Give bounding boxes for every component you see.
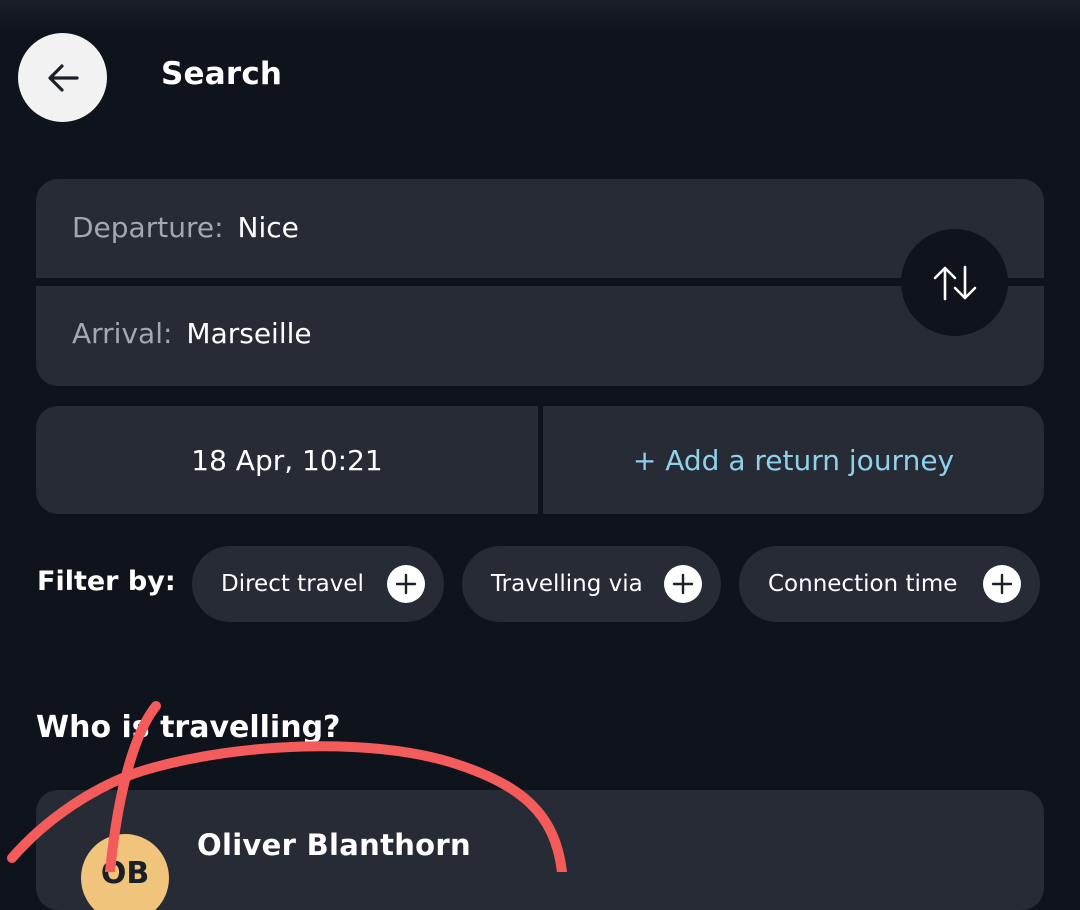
- section-title-who-travelling: Who is travelling?: [36, 710, 341, 745]
- departure-label: Departure:: [72, 211, 224, 244]
- filter-chip-label: Travelling via: [491, 571, 643, 597]
- arrow-left-icon: [47, 63, 79, 92]
- back-button[interactable]: [18, 33, 107, 122]
- filter-chip-label: Connection time: [768, 571, 958, 597]
- plus-icon: [664, 565, 702, 603]
- passenger-name: Oliver Blanthorn: [197, 828, 471, 862]
- route-card: Departure: Nice Arrival: Marseille: [36, 179, 1044, 386]
- add-return-journey-button[interactable]: + Add a return journey: [543, 406, 1044, 514]
- filter-chip-connection-time[interactable]: Connection time: [739, 546, 1040, 622]
- filter-chip-direct-travel[interactable]: Direct travel: [192, 546, 444, 622]
- passenger-card[interactable]: OB Oliver Blanthorn: [36, 790, 1044, 910]
- swap-stations-button[interactable]: [901, 229, 1008, 336]
- route-divider: [36, 278, 1044, 286]
- filter-label: Filter by:: [37, 566, 176, 597]
- filter-chip-travelling-via[interactable]: Travelling via: [462, 546, 721, 622]
- departure-field[interactable]: Departure: Nice: [72, 211, 299, 244]
- filter-chip-label: Direct travel: [221, 571, 364, 597]
- plus-icon: [387, 565, 425, 603]
- status-bar-fade: [0, 0, 1080, 30]
- swap-vertical-icon: [933, 265, 976, 300]
- arrival-value: Marseille: [186, 317, 312, 350]
- departure-value: Nice: [237, 211, 299, 244]
- plus-icon: [983, 565, 1021, 603]
- arrival-field[interactable]: Arrival: Marseille: [72, 317, 312, 350]
- page-title: Search: [161, 56, 283, 92]
- arrival-label: Arrival:: [72, 317, 173, 350]
- departure-date-button[interactable]: 18 Apr, 10:21: [36, 406, 538, 514]
- date-card: 18 Apr, 10:21 + Add a return journey: [36, 406, 1044, 514]
- avatar: OB: [81, 834, 169, 910]
